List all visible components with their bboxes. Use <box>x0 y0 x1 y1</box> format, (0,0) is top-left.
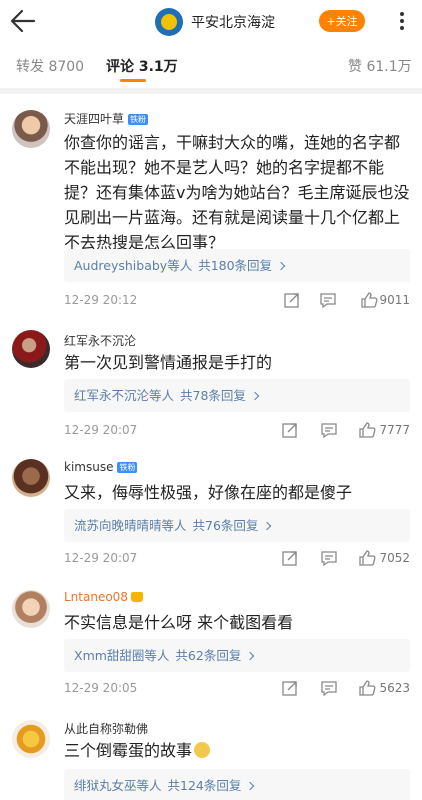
comment-item: kimsuse 铁粉 又来，侮辱性极强，好像在座的都是傻子 流苏向晚晴晴晴等人 共… <box>0 452 422 572</box>
replies-preview[interactable]: Audreyshibaby等人 共180条回复 <box>64 249 410 282</box>
tab-comments[interactable]: 评论 3.1万 <box>106 56 178 76</box>
replies-preview[interactable]: 红军永不沉沦等人 共78条回复 <box>64 379 410 412</box>
section-divider <box>0 88 422 94</box>
reply-mid: 等人 <box>161 518 187 533</box>
fan-badge: 铁粉 <box>117 462 138 473</box>
tab-reposts[interactable]: 转发 8700 <box>16 56 84 76</box>
comment-time: 12-29 20:07 <box>64 551 138 565</box>
comment-time: 12-29 20:12 <box>64 293 138 307</box>
comment-item: 从此自称弥勒佛 三个倒霉蛋的故事 绯狱丸女巫等人 共124条回复 <box>0 712 422 800</box>
commenter-name[interactable]: kimsuse 铁粉 <box>64 460 138 474</box>
tab-reposts-count: 8700 <box>48 59 85 75</box>
reply-user[interactable]: Audreyshibaby <box>74 258 167 273</box>
like-icon[interactable] <box>358 679 376 697</box>
reply-user[interactable]: Xmm甜甜圈 <box>74 648 144 663</box>
active-tab-indicator <box>120 79 146 82</box>
commenter-name-text[interactable]: 天涯四叶草 <box>64 112 124 126</box>
reply-count[interactable]: 共62条回复 <box>175 648 241 663</box>
tab-likes-label: 赞 <box>348 59 362 75</box>
comment-text: 第一次见到警情通报是手打的 <box>64 353 273 372</box>
account-header[interactable]: 平安北京海淀 <box>155 8 275 36</box>
commenter-name-text[interactable]: kimsuse <box>64 460 113 474</box>
comment-item: 红军永不沉沦 第一次见到警情通报是手打的 红军永不沉沦等人 共78条回复 12-… <box>0 322 422 442</box>
comment-meta: 12-29 20:07 7777 <box>64 421 410 441</box>
reply-mid: 等人 <box>167 258 193 273</box>
fan-badge: 铁粉 <box>128 114 149 125</box>
reply-user[interactable]: 流苏向晚晴晴晴 <box>74 518 162 533</box>
comment-item: Lntaneo08 不实信息是什么呀 来个截图看看 Xmm甜甜圈等人 共62条回… <box>0 582 422 702</box>
share-icon[interactable] <box>281 421 299 439</box>
reply-count[interactable]: 共78条回复 <box>180 388 246 403</box>
like-count: 5623 <box>379 681 410 695</box>
reply-count[interactable]: 共180条回复 <box>198 258 272 273</box>
reply-user[interactable]: 红军永不沉沦 <box>74 388 149 403</box>
like-icon[interactable] <box>358 421 376 439</box>
follow-button[interactable]: +关注 <box>319 10 365 32</box>
commenter-name-text[interactable]: Lntaneo08 <box>64 590 128 604</box>
commenter-name[interactable]: 从此自称弥勒佛 <box>64 720 148 737</box>
like-icon[interactable] <box>360 291 378 309</box>
avatar[interactable] <box>12 110 50 148</box>
commenter-name-text[interactable]: 红军永不沉沦 <box>64 334 136 348</box>
replies-preview[interactable]: 流苏向晚晴晴晴等人 共76条回复 <box>64 509 410 542</box>
chevron-right-icon <box>263 521 272 531</box>
reply-mid: 等人 <box>136 778 162 793</box>
comment-text: 你查你的谣言，干嘛封大众的嘴，连她的名字都不能出现？她不是艺人吗？她的名字提都不… <box>64 133 410 252</box>
tab-comments-label: 评论 <box>106 59 134 75</box>
comment-meta: 12-29 20:07 7052 <box>64 549 410 569</box>
like-count: 7777 <box>379 423 410 437</box>
like-count: 7052 <box>379 551 410 565</box>
replies-preview[interactable]: 绯狱丸女巫等人 共124条回复 <box>64 769 410 800</box>
comment-meta: 12-29 20:12 9011 <box>64 291 410 311</box>
reply-count[interactable]: 共76条回复 <box>193 518 259 533</box>
chevron-right-icon <box>276 261 286 271</box>
comment-text-body: 三个倒霉蛋的故事 <box>64 741 193 760</box>
chevron-right-icon <box>246 781 255 791</box>
reply-user[interactable]: 绯狱丸女巫 <box>74 778 137 793</box>
tab-likes-count: 61.1万 <box>366 59 412 75</box>
comment-icon[interactable] <box>319 291 337 309</box>
comment-text: 三个倒霉蛋的故事 <box>64 738 410 763</box>
doge-emoji-icon <box>194 742 211 758</box>
top-bar: 平安北京海淀 +关注 <box>0 0 422 42</box>
share-icon[interactable] <box>283 291 301 309</box>
account-avatar[interactable] <box>155 8 183 36</box>
tab-bar: 转发 8700 评论 3.1万 赞 61.1万 <box>0 46 422 86</box>
comment-icon[interactable] <box>320 549 338 567</box>
avatar[interactable] <box>12 590 50 628</box>
account-name[interactable]: 平安北京海淀 <box>191 12 275 32</box>
crown-icon <box>130 592 143 602</box>
comment-text: 又来，侮辱性极强，好像在座的都是傻子 <box>64 483 353 502</box>
comment-item: 天涯四叶草 铁粉 你查你的谣言，干嘛封大众的嘴，连她的名字都不能出现？她不是艺人吗… <box>0 100 422 320</box>
comment-meta: 12-29 20:05 5623 <box>64 679 410 699</box>
reply-mid: 等人 <box>144 648 170 663</box>
commenter-name-text[interactable]: 从此自称弥勒佛 <box>64 722 148 736</box>
comment-time: 12-29 20:07 <box>64 423 138 437</box>
tab-reposts-label: 转发 <box>16 59 44 75</box>
comment-text: 不实信息是什么呀 来个截图看看 <box>64 613 294 632</box>
tab-comments-count: 3.1万 <box>138 59 178 75</box>
chevron-right-icon <box>250 391 260 401</box>
like-count: 9011 <box>379 293 410 307</box>
commenter-name[interactable]: Lntaneo08 <box>64 590 143 604</box>
commenter-name[interactable]: 红军永不沉沦 <box>64 332 136 349</box>
chevron-right-icon <box>246 651 255 661</box>
share-icon[interactable] <box>281 679 299 697</box>
tab-likes[interactable]: 赞 61.1万 <box>348 56 412 76</box>
reply-mid: 等人 <box>149 388 175 403</box>
comment-time: 12-29 20:05 <box>64 681 138 695</box>
reply-count[interactable]: 共124条回复 <box>168 778 242 793</box>
avatar[interactable] <box>12 330 50 368</box>
like-icon[interactable] <box>358 549 376 567</box>
avatar[interactable] <box>12 459 50 497</box>
avatar[interactable] <box>12 720 50 758</box>
commenter-name[interactable]: 天涯四叶草 铁粉 <box>64 110 149 127</box>
share-icon[interactable] <box>281 549 299 567</box>
comment-icon[interactable] <box>320 679 338 697</box>
replies-preview[interactable]: Xmm甜甜圈等人 共62条回复 <box>64 639 410 672</box>
more-options-icon[interactable] <box>392 8 412 34</box>
comment-icon[interactable] <box>320 421 338 439</box>
back-arrow-icon[interactable] <box>10 9 36 33</box>
